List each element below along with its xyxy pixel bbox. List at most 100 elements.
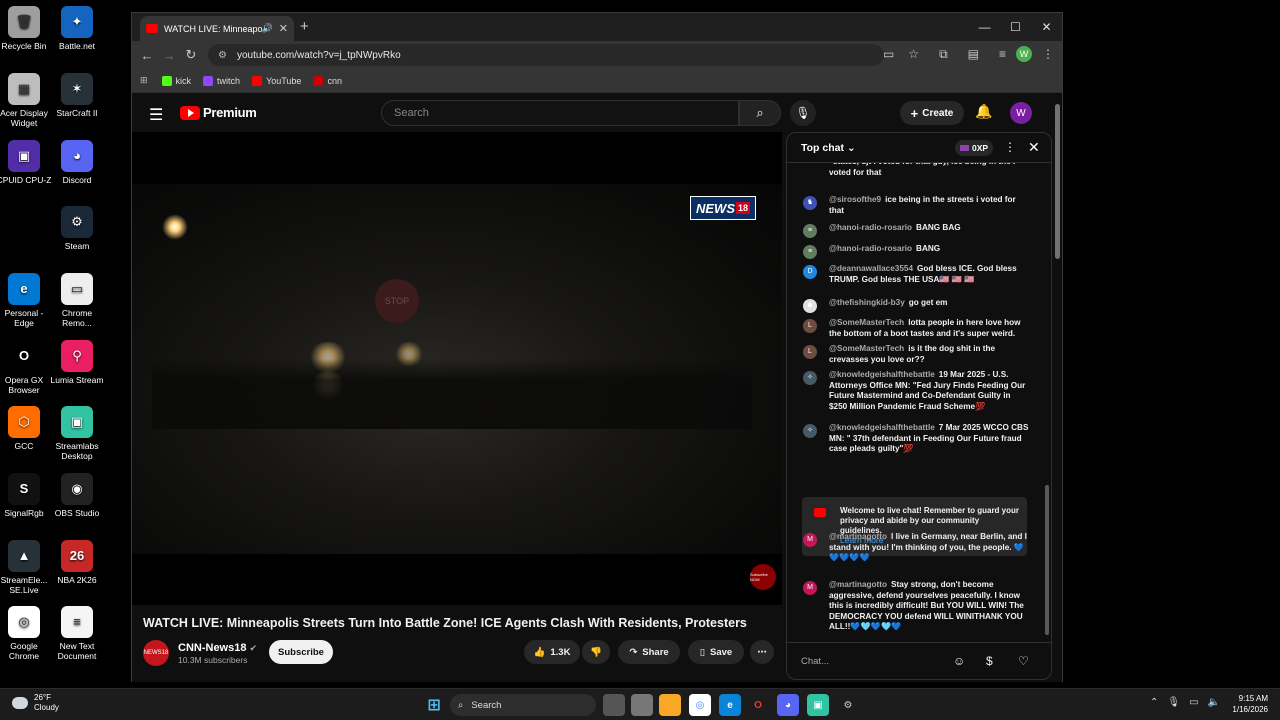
chat-avatar[interactable]: ✧ xyxy=(803,424,817,438)
chat-message[interactable]: ✧ @knowledgeishalfthebattle 7 Mar 2025 WCC… xyxy=(803,423,1029,455)
chat-author[interactable]: @martinagotto xyxy=(829,532,887,541)
desktop-icon[interactable]: 🗑 Recycle Bin xyxy=(0,6,52,51)
taskbar-search[interactable]: ⌕ Search xyxy=(450,694,596,716)
chat-message[interactable]: M @martinagotto I live in Germany, near Be… xyxy=(803,532,1029,564)
chat-message[interactable]: L @SomeMasterTech is it the dog shit in th… xyxy=(803,344,1029,365)
chat-avatar[interactable]: L xyxy=(803,319,817,333)
widgets-icon[interactable] xyxy=(631,694,653,716)
desktop-icon[interactable]: ▦ Acer Display Widget xyxy=(0,73,52,128)
chat-scrollbar[interactable] xyxy=(1044,167,1050,637)
chat-author[interactable]: @hanoi-radio-rosario xyxy=(829,223,912,232)
account-avatar[interactable]: W xyxy=(1010,102,1032,124)
weather-widget[interactable]: 26°F Cloudy xyxy=(12,693,59,713)
address-bar[interactable]: ⚙ youtube.com/watch?v=j_tpNWpvRko xyxy=(208,44,884,66)
chat-message[interactable]: ✧ @knowledgeishalfthebattle 19 Mar 2025 - … xyxy=(803,370,1029,412)
opera-gx-taskbar-icon[interactable]: O xyxy=(747,694,769,716)
chat-message[interactable]: M @martinagotto Stay strong, don't become … xyxy=(803,580,1029,633)
chat-avatar[interactable]: M xyxy=(803,581,817,595)
site-info-icon[interactable]: ⚙ xyxy=(218,50,227,61)
desktop-icon[interactable]: 26 NBA 2K26 xyxy=(49,540,105,585)
top-chat-dropdown[interactable]: Top chat ⌄ xyxy=(801,142,856,154)
desktop-icon[interactable]: ◉ OBS Studio xyxy=(49,473,105,518)
chat-author[interactable]: @martinagotto xyxy=(829,580,887,589)
clock[interactable]: 9:15 AM 1/16/2026 xyxy=(1220,693,1268,715)
desktop-icon[interactable]: S SignalRgb xyxy=(0,473,52,518)
desktop-icon[interactable]: ⬡ GCC xyxy=(0,406,52,451)
notifications-bell-icon[interactable]: 🔔 xyxy=(975,103,992,120)
chat-author[interactable]: @SomeMasterTech xyxy=(829,344,904,353)
emoji-icon[interactable]: ☺ xyxy=(953,654,965,668)
chat-avatar[interactable]: ✧ xyxy=(803,371,817,385)
voice-search-button[interactable]: 🎙 xyxy=(790,100,816,126)
desktop-icon[interactable]: e Personal - Edge xyxy=(0,273,52,328)
save-button[interactable]: ▯ Save xyxy=(688,640,744,664)
like-button[interactable]: 👍 1.3K xyxy=(524,640,580,664)
subscribe-watermark[interactable]: Subscribe NOW xyxy=(750,564,776,590)
active-tab[interactable]: WATCH LIVE: Minneapolis S 🔊 ✕ xyxy=(140,16,294,41)
chat-input[interactable]: Chat... xyxy=(801,652,961,672)
share-button[interactable]: ↷ Share xyxy=(618,640,680,664)
reload-button[interactable]: ↻ xyxy=(180,47,202,63)
page-scrollbar[interactable] xyxy=(1053,94,1062,682)
reading-list-icon[interactable]: ≡ xyxy=(999,47,1006,61)
channel-name[interactable]: CNN-News18 ✔ xyxy=(178,642,257,654)
chat-author[interactable]: @knowledgeishalfthebattle xyxy=(829,370,935,379)
chat-author[interactable]: @deannawallace3554 xyxy=(829,264,913,273)
task-view-icon[interactable] xyxy=(603,694,625,716)
video-player[interactable]: STOP NEWS 18 Subscribe NOW xyxy=(132,132,782,605)
file-explorer-icon[interactable] xyxy=(659,694,681,716)
chat-avatar[interactable]: ☻ xyxy=(803,299,817,313)
chat-avatar[interactable]: L xyxy=(803,345,817,359)
speaker-icon[interactable]: 🔊 xyxy=(262,23,273,34)
profile-avatar[interactable]: W xyxy=(1016,46,1032,62)
super-chat-icon[interactable]: $ xyxy=(986,654,993,668)
chat-avatar[interactable]: ♞ xyxy=(803,196,817,210)
tab-close-icon[interactable]: ✕ xyxy=(279,22,288,35)
chat-scroll-thumb[interactable] xyxy=(1045,485,1049,635)
apps-grid-icon[interactable]: ⊞ xyxy=(140,75,148,86)
heart-icon[interactable]: ♡ xyxy=(1018,654,1029,668)
chat-author[interactable]: @sirosofthe9 xyxy=(829,195,881,204)
forward-button[interactable]: → xyxy=(158,48,180,63)
volume-icon[interactable]: 🔈 xyxy=(1208,697,1220,708)
chat-avatar[interactable] xyxy=(803,163,817,172)
chat-author[interactable]: @thefishingkid-b3y xyxy=(829,298,905,307)
chat-close-icon[interactable]: ✕ xyxy=(1028,139,1040,156)
search-button[interactable]: ⌕ xyxy=(739,100,781,126)
channel-avatar[interactable]: NEWS18 xyxy=(143,640,169,666)
chat-message[interactable]: ≡ @hanoi-radio-rosario BANG BAG xyxy=(803,223,1029,238)
bookmark-item[interactable]: cnn xyxy=(313,75,342,86)
youtube-logo[interactable]: Premium xyxy=(180,105,257,120)
desktop-icon[interactable]: ≡ New Text Document xyxy=(49,606,105,661)
extensions-icon[interactable]: ⧉ xyxy=(939,47,948,62)
chat-avatar[interactable]: ≡ xyxy=(803,224,817,238)
cast-icon[interactable]: ▭ xyxy=(883,47,894,61)
streamlabs-taskbar-icon[interactable]: ▣ xyxy=(807,694,829,716)
edge-taskbar-icon[interactable]: e xyxy=(719,694,741,716)
desktop-icon[interactable]: ⚙ Steam xyxy=(49,206,105,251)
discord-taskbar-icon[interactable]: ◕ xyxy=(777,694,799,716)
desktop-icon[interactable]: ✶ StarCraft II xyxy=(49,73,105,118)
sidepanel-icon[interactable]: ▤ xyxy=(968,47,979,61)
chat-author[interactable]: @hanoi-radio-rosario xyxy=(829,244,912,253)
chat-avatar[interactable]: M xyxy=(803,533,817,547)
bookmark-star-icon[interactable]: ☆ xyxy=(908,47,919,61)
desktop-icon[interactable]: ◕ Discord xyxy=(49,140,105,185)
chevron-up-icon[interactable]: ⌃ xyxy=(1150,697,1158,708)
minimize-button[interactable]: — xyxy=(969,13,1000,41)
chat-message[interactable]: states, djt I voted for that guy, ice be… xyxy=(803,163,1029,178)
close-window-button[interactable]: ✕ xyxy=(1031,13,1062,41)
create-button[interactable]: + Create xyxy=(900,101,964,125)
more-actions-button[interactable]: ⋯ xyxy=(750,640,774,664)
app-taskbar-icon[interactable]: ⚙ xyxy=(837,694,859,716)
search-input[interactable]: Search xyxy=(381,100,739,126)
subscribe-button[interactable]: Subscribe xyxy=(269,640,333,664)
microphone-icon[interactable]: 🎙 xyxy=(1167,697,1180,708)
dislike-button[interactable]: 👎 xyxy=(582,640,610,664)
desktop-icon[interactable]: ▣ Streamlabs Desktop xyxy=(49,406,105,461)
page-scroll-thumb[interactable] xyxy=(1055,104,1060,259)
network-icon[interactable]: ▭ xyxy=(1189,697,1198,708)
chat-avatar[interactable]: D xyxy=(803,265,817,279)
desktop-icon[interactable]: ✦ Battle.net xyxy=(49,6,105,51)
bookmark-item[interactable]: twitch xyxy=(203,75,240,86)
